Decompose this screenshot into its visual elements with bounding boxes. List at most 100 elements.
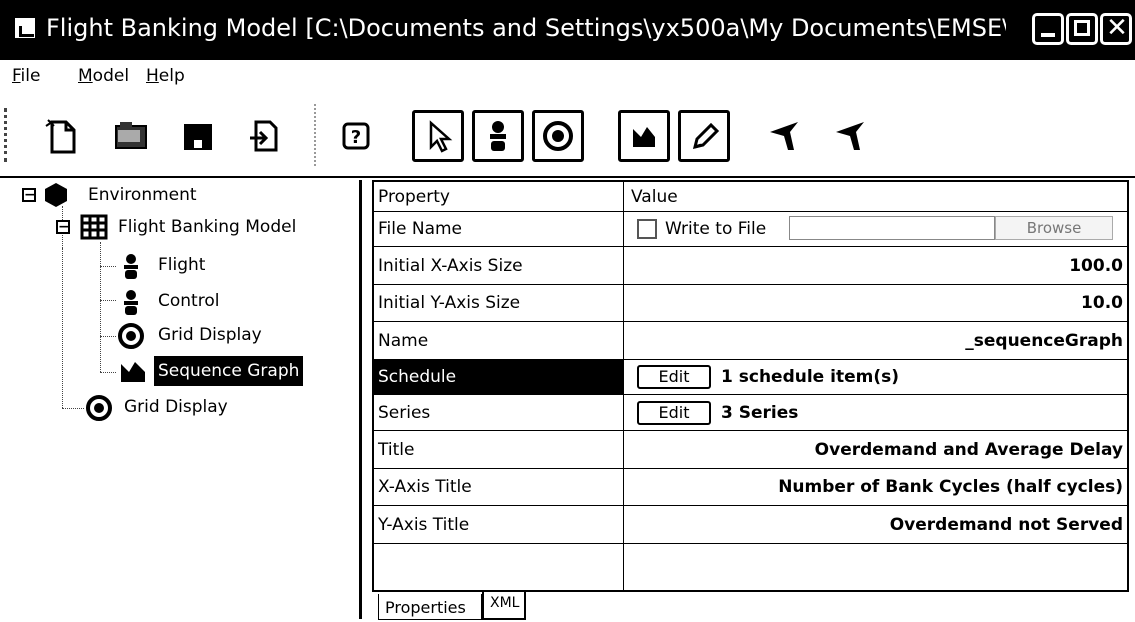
grid-display-tool-button[interactable] [532, 110, 584, 162]
series-summary: 3 Series [721, 402, 799, 423]
sequence-graph-icon [121, 362, 145, 382]
open-button[interactable] [104, 110, 156, 162]
pencil-icon [692, 122, 720, 150]
close-button[interactable]: ✕ [1100, 13, 1132, 45]
sequence-graph-icon [633, 127, 655, 147]
series-edit-button[interactable]: Edit [637, 400, 711, 425]
minimize-icon [1041, 33, 1055, 37]
property-value[interactable]: _sequenceGraph [625, 322, 1127, 359]
tree-item-control[interactable]: Control [0, 286, 360, 316]
agent-tool-button[interactable] [472, 110, 524, 162]
property-value[interactable]: 100.0 [625, 247, 1127, 284]
tree-item-label: Flight [158, 255, 206, 275]
new-document-icon [45, 119, 76, 154]
property-value: Edit 3 Series [625, 395, 1127, 430]
property-row-series[interactable]: Series Edit 3 Series [374, 395, 1127, 431]
run-button[interactable] [760, 110, 812, 162]
property-value[interactable]: Overdemand and Average Delay [625, 431, 1127, 468]
menu-model-mnemonic: M [78, 66, 93, 86]
toolbar: ? [0, 92, 1135, 178]
maximize-icon [1074, 20, 1090, 36]
toolbar-grip[interactable] [4, 108, 10, 162]
new-button[interactable] [36, 110, 88, 162]
menu-model-rest: odel [92, 66, 130, 86]
agent-person-icon [124, 254, 138, 279]
model-grid-icon [80, 214, 108, 240]
title-bar[interactable]: Flight Banking Model [C:\Documents and S… [0, 0, 1135, 60]
tree-item-environment[interactable]: − Environment [0, 180, 360, 210]
stop-button[interactable] [826, 110, 878, 162]
app-icon[interactable] [14, 17, 36, 39]
property-row-x-axis-title[interactable]: X-Axis Title Number of Bank Cycles (half… [374, 469, 1127, 506]
menu-model[interactable]: Model [78, 66, 129, 86]
properties-panel: Property Value File Name Write to File B… [366, 180, 1135, 620]
property-value[interactable]: 10.0 [625, 285, 1127, 321]
file-name-input[interactable] [789, 216, 995, 240]
save-button[interactable] [172, 110, 224, 162]
select-tool-button[interactable] [412, 110, 464, 162]
property-row-initial-x-size[interactable]: Initial X-Axis Size 100.0 [374, 247, 1127, 285]
export-icon [250, 120, 278, 152]
close-icon: ✕ [1106, 13, 1128, 43]
agent-person-icon [124, 290, 138, 315]
write-to-file-checkbox[interactable]: Write to File [637, 219, 766, 239]
property-row-file-name[interactable]: File Name Write to File Browse [374, 212, 1127, 247]
property-row-initial-y-size[interactable]: Initial Y-Axis Size 10.0 [374, 285, 1127, 322]
property-value[interactable]: Number of Bank Cycles (half cycles) [625, 469, 1127, 505]
table-header: Property Value [374, 182, 1127, 212]
maximize-button[interactable] [1066, 13, 1098, 45]
edit-tool-button[interactable] [678, 110, 730, 162]
schedule-edit-button[interactable]: Edit [637, 365, 711, 389]
menu-help-mnemonic: H [146, 66, 159, 86]
help-icon: ? [342, 122, 370, 150]
tree-item-label: Sequence Graph [154, 356, 304, 386]
property-name: File Name [374, 212, 624, 246]
tree-item-flight[interactable]: Flight [0, 250, 360, 280]
open-folder-icon [115, 122, 147, 149]
select-pointer-icon [429, 120, 453, 153]
agent-person-icon [490, 121, 506, 151]
property-row-title[interactable]: Title Overdemand and Average Delay [374, 431, 1127, 469]
tree-item-grid-display[interactable]: Grid Display [0, 320, 360, 350]
property-name: Initial Y-Axis Size [374, 285, 624, 321]
column-header-value[interactable]: Value [625, 182, 1127, 211]
export-button[interactable] [238, 110, 290, 162]
property-value[interactable]: Overdemand not Served [625, 506, 1127, 543]
tree-item-flight-banking-model[interactable]: − Flight Banking Model [0, 212, 360, 242]
run-flag-icon [770, 122, 798, 150]
property-name: Y-Axis Title [374, 506, 624, 543]
menu-bar: File Model Help [0, 62, 1135, 90]
property-name: Name [374, 322, 624, 359]
help-button[interactable]: ? [330, 110, 382, 162]
property-row-name[interactable]: Name _sequenceGraph [374, 322, 1127, 360]
empty-cell [374, 544, 624, 590]
tree-item-grid-display-root[interactable]: Grid Display [0, 392, 360, 422]
checkbox-icon[interactable] [637, 219, 657, 239]
tab-xml[interactable]: XML [482, 592, 526, 620]
property-value: Write to File Browse [625, 212, 1127, 246]
property-name: Series [374, 395, 624, 430]
grid-display-icon [543, 121, 573, 151]
tab-properties[interactable]: Properties [378, 594, 482, 620]
menu-file-rest: ile [20, 66, 41, 86]
menu-file[interactable]: File [12, 66, 40, 86]
column-header-property[interactable]: Property [374, 182, 624, 211]
sequence-graph-tool-button[interactable] [618, 110, 670, 162]
property-row-y-axis-title[interactable]: Y-Axis Title Overdemand not Served [374, 506, 1127, 544]
schedule-summary: 1 schedule item(s) [721, 367, 899, 387]
property-row-schedule[interactable]: Schedule Edit 1 schedule item(s) [374, 360, 1127, 395]
property-name: Schedule [374, 360, 624, 394]
tree-item-sequence-graph[interactable]: Sequence Graph [0, 356, 360, 386]
tree-item-label: Environment [88, 185, 197, 205]
browse-button[interactable]: Browse [995, 216, 1113, 240]
collapse-icon[interactable]: − [22, 188, 36, 202]
menu-help-rest: elp [158, 66, 185, 86]
menu-help[interactable]: Help [146, 66, 185, 86]
tree-item-label: Flight Banking Model [118, 217, 297, 237]
svg-text:?: ? [351, 127, 361, 148]
property-name: X-Axis Title [374, 469, 624, 505]
minimize-button[interactable] [1032, 13, 1064, 45]
property-value: Edit 1 schedule item(s) [625, 360, 1127, 394]
collapse-icon[interactable]: − [56, 220, 70, 234]
write-to-file-label: Write to File [665, 219, 767, 239]
